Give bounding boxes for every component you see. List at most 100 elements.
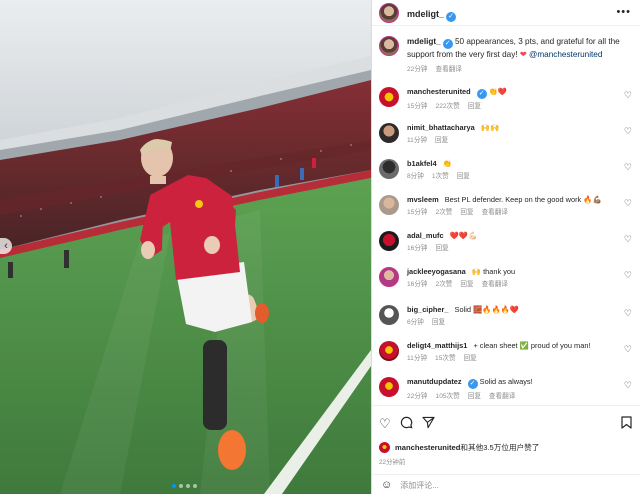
- comment-time: 8分钟: [407, 173, 424, 180]
- smiley-icon[interactable]: ☺: [381, 479, 392, 491]
- comment-body: manchesterunited ✓ 👏❤️ 15分钟 222次赞 回复: [407, 86, 627, 112]
- commenter-avatar[interactable]: [379, 341, 399, 361]
- verified-icon: ✓: [446, 11, 457, 22]
- comment-meta: 15分钟 2次赞 回复 查看翻译: [407, 207, 627, 218]
- reply-link[interactable]: 回复: [436, 243, 449, 254]
- commenter-avatar[interactable]: [379, 159, 399, 179]
- author-avatar[interactable]: [379, 2, 399, 23]
- comment-body: adal_mufc ❤️❤️💪🏻 16分钟 回复: [407, 230, 627, 254]
- comment-time: 16分钟: [407, 281, 428, 288]
- comment-like-icon[interactable]: ♡: [624, 198, 632, 209]
- comment-username[interactable]: jackleeyogasana: [407, 267, 466, 276]
- comment-text: 🙌 thank you: [471, 267, 516, 276]
- comment-username[interactable]: manchesterunited: [407, 87, 471, 96]
- comment-like-icon[interactable]: ♡: [624, 162, 632, 173]
- comment-time: 15分钟: [407, 103, 428, 110]
- comment-bubble-icon[interactable]: [400, 416, 413, 432]
- carousel-indicator: [172, 484, 197, 488]
- comment-item: jackleeyogasana 🙌 thank you 16分钟 2次赞 回复 …: [379, 266, 640, 290]
- translate-link[interactable]: 查看翻译: [482, 207, 508, 218]
- comment-like-icon[interactable]: ♡: [624, 380, 632, 391]
- author-username[interactable]: mdeligt_: [407, 9, 444, 19]
- comment-like-count[interactable]: 2次赞: [436, 207, 453, 218]
- comment-input[interactable]: 添加评论...: [400, 480, 439, 491]
- reply-link[interactable]: 回复: [464, 353, 477, 364]
- heart-outline-icon[interactable]: ♡: [379, 417, 391, 431]
- photo-illustration: [0, 0, 371, 494]
- comment-like-count[interactable]: 1次赞: [432, 171, 449, 182]
- comment-username[interactable]: nimit_bhattacharya: [407, 123, 475, 132]
- reply-link[interactable]: 回复: [468, 391, 481, 402]
- reply-link[interactable]: 回复: [457, 171, 470, 182]
- comment-item: big_cipher_ Solid 🧱🔥🔥🔥❤️ 6分钟 回复 ♡: [379, 304, 640, 328]
- comment-text: 👏❤️: [488, 87, 508, 96]
- comment-username[interactable]: big_cipher_: [407, 305, 448, 314]
- comment-meta: 22分钟 105次赞 回复 查看翻译: [407, 391, 627, 402]
- caption-username[interactable]: mdeligt_: [407, 37, 441, 46]
- reply-link[interactable]: 回复: [460, 279, 473, 290]
- commenter-avatar[interactable]: [379, 377, 399, 397]
- comment-username[interactable]: b1akfel4: [407, 159, 437, 168]
- translate-link[interactable]: 查看翻译: [436, 63, 462, 73]
- comment-like-icon[interactable]: ♡: [624, 308, 632, 319]
- action-bar: ♡: [379, 416, 435, 432]
- add-comment-bar: ☺ 添加评论...: [372, 474, 640, 494]
- translate-link[interactable]: 查看翻译: [489, 391, 515, 402]
- comment-text: ❤️❤️💪🏻: [449, 231, 478, 240]
- comment-like-icon[interactable]: ♡: [624, 126, 632, 137]
- commenter-avatar[interactable]: [379, 267, 399, 287]
- comment-body: big_cipher_ Solid 🧱🔥🔥🔥❤️ 6分钟 回复: [407, 304, 627, 328]
- comment-like-icon[interactable]: ♡: [624, 90, 632, 101]
- comment-like-count[interactable]: 2次赞: [436, 279, 453, 290]
- comment-like-icon[interactable]: ♡: [624, 234, 632, 245]
- comment-text: 🙌🙌: [480, 123, 500, 132]
- post-footer: ♡ manchesterunited和其他3.5万位用户赞了 22分钟前 ☺ 添…: [372, 405, 640, 494]
- comment-time: 11分钟: [407, 355, 428, 362]
- commenter-avatar[interactable]: [379, 123, 399, 143]
- comment-meta: 15分钟 222次赞 回复: [407, 101, 627, 112]
- reply-link[interactable]: 回复: [435, 135, 448, 146]
- verified-icon: ✓: [476, 89, 487, 99]
- commenter-avatar[interactable]: [379, 231, 399, 251]
- caption-mention-link[interactable]: @manchesterunited: [529, 50, 602, 59]
- comment-like-icon[interactable]: ♡: [624, 270, 632, 281]
- commenter-avatar[interactable]: [379, 305, 399, 325]
- commenter-avatar[interactable]: [379, 195, 399, 215]
- comment-body: deligt4_matthijs1 + clean sheet ✅ proud …: [407, 340, 627, 364]
- carousel-dot: [186, 484, 190, 488]
- likes-summary[interactable]: manchesterunited和其他3.5万位用户赞了: [379, 442, 539, 453]
- reply-link[interactable]: 回复: [432, 317, 445, 328]
- carousel-dot: [172, 484, 176, 488]
- comment-body: nimit_bhattacharya 🙌🙌 11分钟 回复: [407, 122, 627, 146]
- author-avatar[interactable]: [379, 36, 399, 56]
- likes-count-text[interactable]: 和其他3.5万位用户赞了: [460, 443, 539, 452]
- comment-like-count[interactable]: 15次赞: [435, 353, 456, 364]
- translate-link[interactable]: 查看翻译: [482, 279, 508, 290]
- reply-link[interactable]: 回复: [460, 207, 473, 218]
- comment-username[interactable]: deligt4_matthijs1: [407, 341, 467, 350]
- comment-item: nimit_bhattacharya 🙌🙌 11分钟 回复 ♡: [379, 122, 640, 146]
- post-photo[interactable]: ‹: [0, 0, 371, 494]
- comment-username[interactable]: mvsleem: [407, 195, 439, 204]
- comment-item: manchesterunited ✓ 👏❤️ 15分钟 222次赞 回复 ♡: [379, 86, 640, 112]
- comment-like-count[interactable]: 222次赞: [436, 101, 460, 112]
- post-caption: mdeligt_ ✓ 50 appearances, 3 pts, and gra…: [379, 36, 634, 73]
- comment-username[interactable]: manutdupdatez: [407, 377, 462, 386]
- verified-icon: ✓: [467, 379, 478, 389]
- carousel-dot: [193, 484, 197, 488]
- comment-body: manutdupdatez ✓ Solid as always! 22分钟 105…: [407, 376, 627, 402]
- commenter-avatar[interactable]: [379, 87, 399, 107]
- reply-link[interactable]: 回复: [468, 101, 481, 112]
- comment-username[interactable]: adal_mufc: [407, 231, 444, 240]
- author-username-wrap[interactable]: mdeligt_ ✓: [407, 4, 457, 22]
- bookmark-icon[interactable]: [621, 416, 632, 432]
- paper-plane-icon[interactable]: [422, 416, 435, 432]
- comment-meta: 8分钟 1次赞 回复: [407, 171, 627, 182]
- comment-meta: 16分钟 2次赞 回复 查看翻译: [407, 279, 627, 290]
- comment-like-count[interactable]: 105次赞: [436, 391, 460, 402]
- heart-emoji-icon: ❤: [519, 50, 527, 59]
- more-dots-icon[interactable]: •••: [616, 6, 631, 18]
- likes-username[interactable]: manchesterunited: [395, 443, 460, 452]
- comment-like-icon[interactable]: ♡: [624, 344, 632, 355]
- comment-time: 15分钟: [407, 209, 428, 216]
